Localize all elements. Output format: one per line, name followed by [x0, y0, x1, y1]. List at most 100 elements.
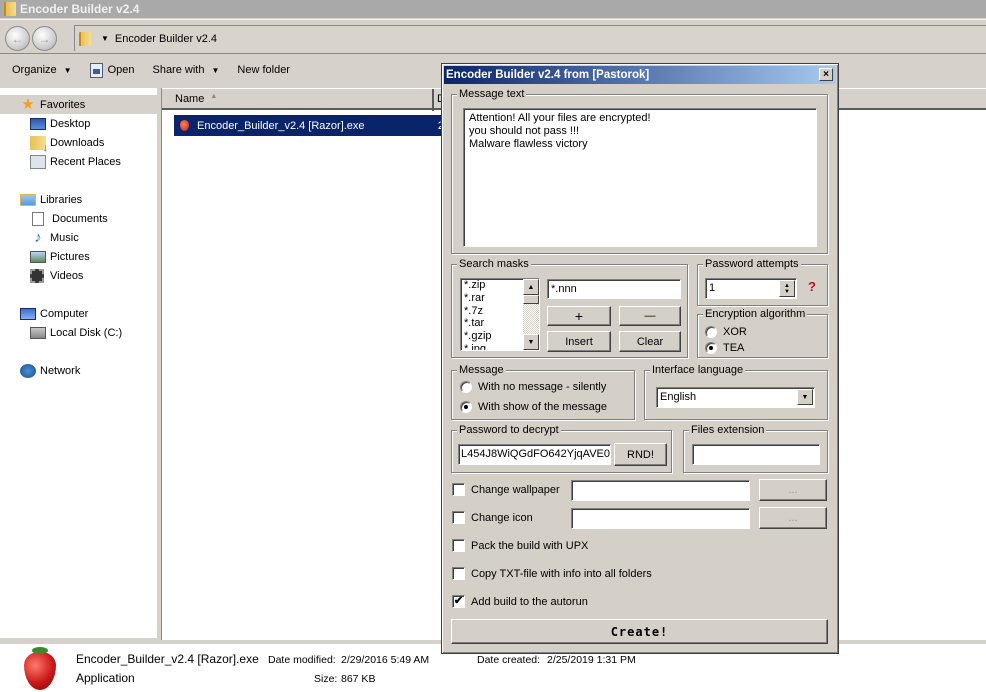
password-attempts-spinner[interactable]: 1 ▲ ▼ — [705, 278, 797, 299]
sidebar-item-recent-places[interactable]: Recent Places — [30, 152, 121, 171]
chevron-down-icon: ▼ — [801, 393, 809, 401]
sidebar-label: Desktop — [50, 117, 91, 130]
sidebar-item-favorites[interactable]: ★ Favorites — [0, 95, 157, 114]
files-extension-group: Files extension — [683, 423, 828, 473]
documents-icon — [32, 211, 44, 226]
search-masks-group: Search masks *.zip *.rar *.7z *.tar *.gz… — [451, 257, 688, 358]
change-wallpaper-checkbox[interactable]: Change wallpaper — [452, 483, 560, 496]
sidebar-label: Downloads — [50, 136, 105, 149]
address-path: Encoder Builder v2.4 — [114, 32, 218, 45]
downloads-icon — [30, 135, 48, 154]
random-password-button[interactable]: RND! — [614, 443, 667, 466]
back-button[interactable]: ← — [5, 26, 30, 51]
date-modified-label: Date modified: — [268, 654, 336, 666]
chevron-down-icon[interactable]: ▼ — [101, 34, 109, 43]
sidebar-item-downloads[interactable]: Downloads — [30, 133, 105, 154]
radio-no-message[interactable]: With no message - silently — [460, 381, 606, 393]
spinner-buttons[interactable]: ▲ ▼ — [779, 280, 795, 297]
sidebar-item-libraries[interactable]: Libraries — [20, 190, 82, 209]
sidebar-item-network[interactable]: Network — [20, 361, 80, 380]
sort-ascending-icon: ▲ — [210, 93, 218, 100]
sidebar-label: Recent Places — [50, 155, 121, 168]
libraries-icon — [20, 193, 36, 206]
insert-mask-button[interactable]: Insert — [547, 331, 611, 352]
sidebar-label: Computer — [40, 307, 89, 320]
group-label: Search masks — [457, 257, 531, 271]
radio-label: With no message - silently — [478, 381, 607, 393]
address-row: ← → ▼ Encoder Builder v2.4 — [0, 19, 986, 54]
sidebar-label: Pictures — [50, 250, 90, 263]
dialog-title-bar[interactable]: Encoder Builder v2.4 from [Pastorok] × — [444, 66, 836, 84]
desktop-icon — [30, 117, 46, 130]
organize-button[interactable]: Organize ▼ — [12, 64, 72, 76]
checkbox[interactable] — [452, 511, 465, 524]
address-bar[interactable]: ▼ Encoder Builder v2.4 — [74, 25, 986, 51]
scroll-down-button[interactable]: ▼ — [523, 334, 539, 350]
message-text-group: Message text Attention! All your files a… — [451, 87, 828, 254]
browse-wallpaper-button[interactable]: ... — [759, 479, 827, 501]
radio-button[interactable] — [460, 381, 472, 393]
share-with-button[interactable]: Share with ▼ — [152, 64, 219, 76]
radio-label: With show of the message — [478, 401, 608, 413]
password-input[interactable]: L454J8WiQGdFO642YjqAVE03 — [458, 444, 611, 465]
sidebar-item-documents[interactable]: Documents — [32, 209, 108, 228]
group-label: Message — [457, 363, 506, 377]
autorun-checkbox[interactable]: ✔ Add build to the autorun — [452, 595, 588, 608]
group-label: Password to decrypt — [457, 423, 561, 437]
browse-icon-button[interactable]: ... — [759, 507, 827, 529]
sidebar-item-music[interactable]: ♪ Music — [30, 228, 78, 247]
new-folder-button[interactable]: New folder — [237, 64, 290, 76]
group-label: Password attempts — [703, 257, 801, 271]
remove-mask-button[interactable]: — — [619, 306, 681, 326]
column-header-name[interactable]: Name ▲ — [175, 93, 217, 105]
interface-language-group: Interface language English ▼ — [644, 363, 828, 420]
checkbox[interactable] — [452, 567, 465, 580]
add-mask-button[interactable]: + — [547, 306, 611, 326]
open-label: Open — [107, 64, 135, 76]
sidebar-item-videos[interactable]: Videos — [30, 266, 83, 285]
radio-button[interactable] — [705, 326, 717, 338]
dropdown-button[interactable]: ▼ — [797, 389, 813, 405]
create-button[interactable]: Create! — [451, 619, 828, 644]
file-row[interactable]: Encoder_Builder_v2.4 [Razor].exe 2 — [174, 115, 444, 136]
open-button[interactable]: Open — [89, 62, 135, 78]
pack-upx-checkbox[interactable]: Pack the build with UPX — [452, 539, 588, 552]
sidebar-item-desktop[interactable]: Desktop — [30, 114, 90, 133]
scroll-up-button[interactable]: ▲ — [523, 279, 539, 295]
change-icon-checkbox[interactable]: Change icon — [452, 511, 533, 524]
password-to-decrypt-group: Password to decrypt L454J8WiQGdFO642YjqA… — [451, 423, 672, 473]
forward-button[interactable]: → — [32, 26, 57, 51]
radio-xor[interactable]: XOR — [705, 326, 747, 338]
sidebar-label: Network — [40, 364, 81, 377]
list-scrollbar[interactable]: ▲ ▼ — [523, 279, 539, 350]
help-icon[interactable]: ? — [808, 279, 816, 294]
column-divider[interactable] — [432, 89, 434, 111]
radio-button-selected[interactable] — [705, 342, 717, 354]
checkbox[interactable] — [452, 539, 465, 552]
search-masks-list[interactable]: *.zip *.rar *.7z *.tar *.gzip *.jpg ▲ ▼ — [460, 278, 540, 351]
message-textarea[interactable]: Attention! All your files are encrypted!… — [463, 108, 817, 247]
icon-path-input[interactable] — [571, 508, 750, 529]
sidebar-item-local-disk[interactable]: Local Disk (C:) — [30, 323, 122, 342]
sidebar-item-pictures[interactable]: Pictures — [30, 247, 90, 266]
close-button[interactable]: × — [819, 68, 833, 81]
details-filename: Encoder_Builder_v2.4 [Razor].exe — [76, 652, 259, 666]
language-select[interactable]: English ▼ — [656, 387, 815, 408]
arrow-right-icon: → — [38, 31, 51, 46]
radio-tea[interactable]: TEA — [705, 342, 744, 354]
files-extension-input[interactable] — [692, 444, 820, 465]
sidebar-label: Documents — [52, 212, 108, 225]
network-icon — [20, 363, 36, 378]
sidebar-item-computer[interactable]: Computer — [20, 304, 88, 323]
copy-txt-checkbox[interactable]: Copy TXT-file with info into all folders — [452, 567, 652, 580]
wallpaper-path-input[interactable] — [571, 480, 750, 501]
search-mask-input[interactable]: *.nnn — [547, 279, 681, 299]
spinner-value: 1 — [709, 282, 716, 294]
radio-show-message[interactable]: With show of the message — [460, 401, 607, 413]
checkbox[interactable] — [452, 483, 465, 496]
message-mode-group: Message With no message - silently With … — [451, 363, 635, 420]
checkbox-checked[interactable]: ✔ — [452, 595, 465, 608]
clear-masks-button[interactable]: Clear — [619, 331, 681, 352]
radio-button-selected[interactable] — [460, 401, 472, 413]
scroll-thumb[interactable] — [523, 295, 539, 304]
